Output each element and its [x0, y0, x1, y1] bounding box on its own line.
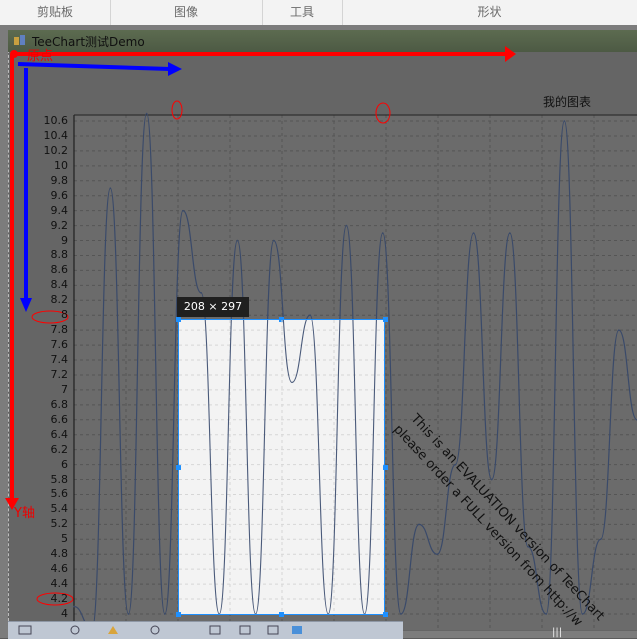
- toolbar-icon[interactable]: [208, 624, 222, 636]
- bottom-toolbar: [8, 621, 403, 639]
- y-axis-annotation-label: Y轴: [14, 506, 35, 521]
- toolbar-icon[interactable]: [266, 624, 280, 636]
- toolbar-icon[interactable]: [106, 624, 120, 636]
- toolbar-icon[interactable]: [18, 624, 32, 636]
- origin-annotation-label: 原点: [27, 49, 54, 64]
- scroll-grip[interactable]: |||: [552, 627, 562, 638]
- toolbar-icon[interactable]: [290, 624, 304, 636]
- toolbar-icon[interactable]: [148, 624, 162, 636]
- toolbar-icon[interactable]: [68, 624, 82, 636]
- toolbar-icon[interactable]: [238, 624, 252, 636]
- selection-size-tooltip: 208 × 297: [177, 297, 249, 317]
